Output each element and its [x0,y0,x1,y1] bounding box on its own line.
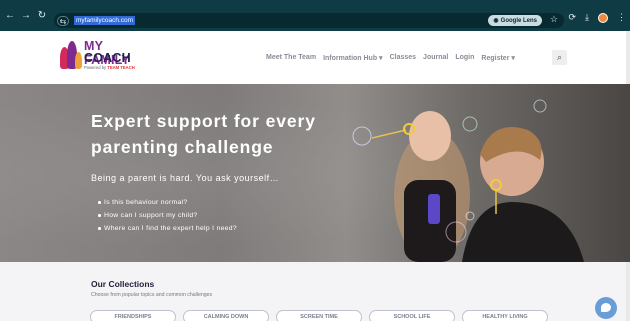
hero-question: How can I support my child? [98,209,237,222]
bubble-wand-left [371,129,407,139]
lens-label: Google Lens [500,17,537,24]
bookmark-star-icon[interactable]: ☆ [550,14,558,25]
girl-face [409,111,451,161]
back-icon[interactable]: ← [4,10,16,21]
collection-pill-screen-time[interactable]: SCREEN TIME [276,310,362,321]
collections-subtitle: Choose from popular topics and common ch… [91,292,213,298]
bubble [462,116,478,132]
menu-kebab-icon[interactable]: ⋮ [617,12,626,23]
lens-icon: ◉ [493,18,499,24]
nav-information-hub[interactable]: Information Hub ▾ [323,54,383,62]
logo-line2: COACH [84,51,131,65]
main-nav: Meet The Team Information Hub ▾ Classes … [266,54,515,62]
hero-question-list: Is this behaviour normal? How can I supp… [98,196,237,235]
download-icon[interactable]: ⤓ [585,12,589,23]
logo-tagline-brand: TEAM TEACH [107,65,135,70]
collection-pill-school-life[interactable]: SCHOOL LIFE [369,310,455,321]
url-text[interactable]: myfamilycoach.com [74,16,136,25]
browser-toolbar: ← → ↻ ⇆ myfamilycoach.com ◉ Google Lens … [0,0,630,31]
site-info-icon[interactable]: ⇆ [57,15,69,26]
site-logo[interactable]: MY FAMILY COACH Powered by TEAM TEACH [60,39,150,73]
reload-icon[interactable]: ↻ [36,10,48,21]
logo-tagline-prefix: Powered by [84,65,107,70]
hero-question: Where can I find the expert help I need? [98,222,237,235]
hero-title: Expert support for every parenting chall… [91,111,316,157]
collection-pill-healthy-living[interactable]: HEALTHY LIVING [462,310,548,321]
collection-pill-calming-down[interactable]: CALMING DOWN [183,310,269,321]
bubble [352,126,372,146]
man-shirt [462,202,584,262]
nav-register[interactable]: Register ▾ [481,54,514,62]
logo-tagline: Powered by TEAM TEACH [84,65,135,70]
search-button[interactable]: ⌕ [552,50,567,65]
hero-question: Is this behaviour normal? [98,196,237,209]
nav-classes[interactable]: Classes [390,54,416,62]
extensions-icon[interactable]: ⟳ [568,12,576,23]
bubble-bottle [428,194,440,224]
nav-journal[interactable]: Journal [423,54,448,62]
family-logo-icon [60,41,82,71]
site-header: MY FAMILY COACH Powered by TEAM TEACH Me… [0,31,630,84]
nav-meet-the-team[interactable]: Meet The Team [266,54,316,62]
chat-widget-button[interactable] [595,297,617,319]
bubble [533,99,547,113]
collections-section: Our Collections Choose from popular topi… [0,262,626,321]
nav-login[interactable]: Login [455,54,474,62]
google-lens-button[interactable]: ◉ Google Lens [488,15,542,26]
hero-lead: Being a parent is hard. You ask yourself… [91,173,280,183]
address-bar[interactable]: ⇆ myfamilycoach.com ◉ Google Lens ☆ [54,13,564,28]
chat-bubble-icon [601,303,611,312]
browser-actions: ⟳ ⤓ ⋮ [568,12,626,23]
collections-title: Our Collections [91,279,155,289]
search-icon: ⌕ [556,52,563,62]
collection-pill-friendships[interactable]: FRIENDSHIPS [90,310,176,321]
profile-avatar[interactable] [598,12,608,23]
forward-icon[interactable]: → [20,10,32,21]
hero-banner: Expert support for every parenting chall… [0,84,630,262]
